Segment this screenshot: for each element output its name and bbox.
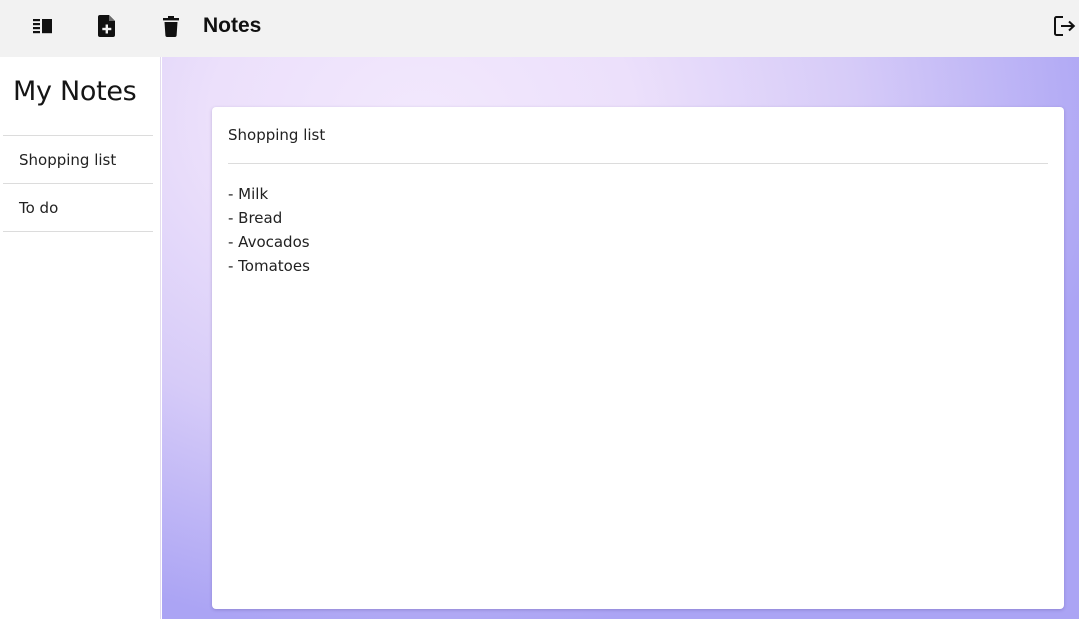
logout-icon (1054, 16, 1076, 36)
divider (228, 163, 1048, 164)
sidebar-item-to-do[interactable]: To do (3, 184, 153, 232)
note-line: - Tomatoes (228, 257, 310, 275)
trash-icon (163, 15, 179, 37)
sidebar-title: My Notes (13, 76, 137, 107)
note-list: Shopping list To do (3, 135, 153, 232)
toggle-sidebar-button[interactable] (27, 11, 59, 41)
delete-note-button[interactable] (155, 11, 187, 41)
note-line: - Bread (228, 209, 283, 227)
sidebar-item-shopping-list[interactable]: Shopping list (3, 136, 153, 184)
logout-button[interactable] (1049, 11, 1079, 41)
note-editor: Shopping list - Milk - Bread - Avocados … (212, 107, 1064, 609)
note-line: - Avocados (228, 233, 310, 251)
new-note-button[interactable] (91, 11, 123, 41)
sidebar-item-label: To do (19, 198, 59, 217)
note-line: - Milk (228, 185, 269, 203)
note-title-input[interactable]: Shopping list (228, 125, 1048, 145)
note-body-textarea[interactable]: - Milk - Bread - Avocados - Tomatoes (228, 182, 1048, 278)
sidebar-item-label: Shopping list (19, 150, 117, 169)
file-plus-icon (98, 15, 116, 37)
sidebar: My Notes Shopping list To do (0, 57, 161, 619)
sidebar-toggle-icon (33, 18, 53, 34)
main-content: Shopping list - Milk - Bread - Avocados … (162, 57, 1079, 619)
top-toolbar: Notes (0, 0, 1079, 57)
app-title: Notes (203, 14, 262, 37)
